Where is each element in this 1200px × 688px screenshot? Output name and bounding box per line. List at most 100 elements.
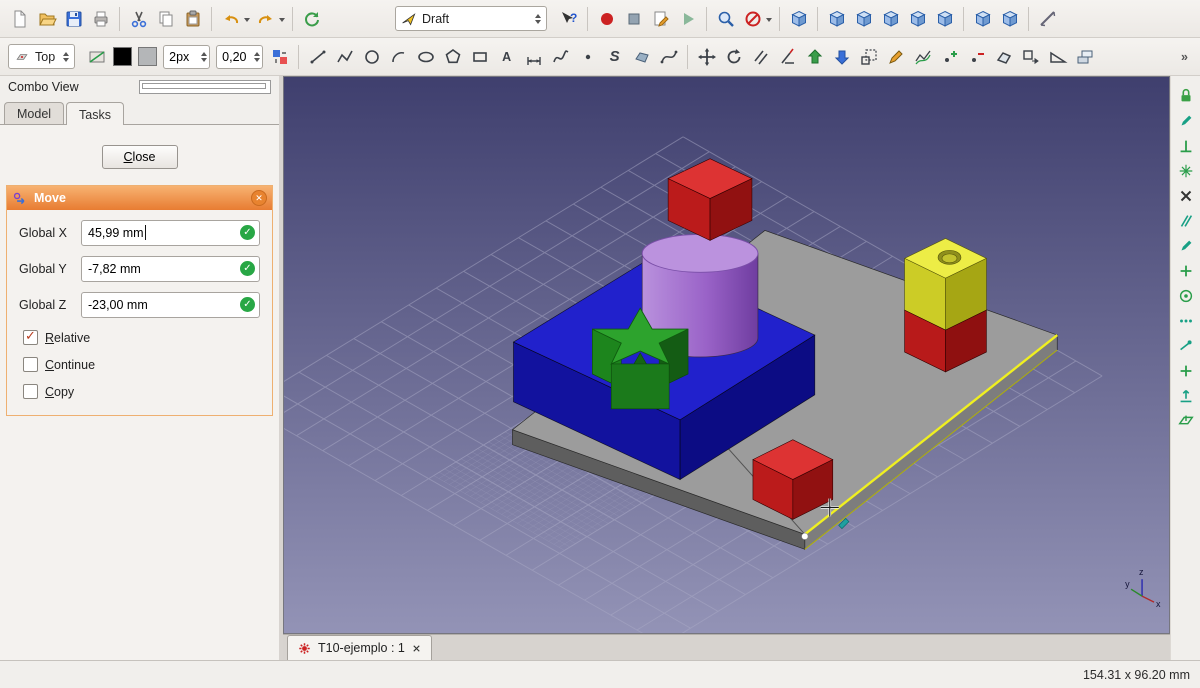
draft-slope-button[interactable] [1044, 43, 1071, 70]
apply-style-button[interactable] [266, 43, 293, 70]
working-plane-button[interactable]: Top [8, 44, 75, 69]
snap-endpoint-button[interactable] [1174, 109, 1198, 133]
view-isometric-button[interactable] [996, 5, 1023, 32]
global-z-input[interactable] [81, 292, 260, 318]
continue-checkbox[interactable] [23, 357, 38, 372]
text-scale-input[interactable] [217, 50, 251, 64]
document-tab[interactable]: T10-ejemplo : 1 [287, 635, 432, 660]
text-scale-spinbox[interactable] [216, 45, 263, 69]
view-bottom-button[interactable] [931, 5, 958, 32]
copy-checkbox[interactable] [23, 384, 38, 399]
draft-delpoint-button[interactable] [963, 43, 990, 70]
move-task-header[interactable]: Move ✕ [7, 186, 272, 210]
close-tab-icon[interactable] [411, 643, 422, 654]
toggle-grid-button[interactable] [1174, 409, 1198, 433]
save-button[interactable] [60, 5, 87, 32]
open-button[interactable] [33, 5, 60, 32]
snap-parallel-button[interactable] [1174, 209, 1198, 233]
tab-tasks[interactable]: Tasks [66, 102, 124, 125]
draft-shapestring-button[interactable]: S [601, 43, 628, 70]
whats-this-button[interactable] [555, 5, 582, 32]
draft-shape2dview-button[interactable] [990, 43, 1017, 70]
draft-point-button[interactable] [574, 43, 601, 70]
snap-angle-button[interactable] [1174, 259, 1198, 283]
draft-downgrade-button[interactable] [828, 43, 855, 70]
snap-intersection-button[interactable] [1174, 184, 1198, 208]
global-y-input[interactable] [81, 256, 260, 282]
snap-dimensions-button[interactable] [1174, 359, 1198, 383]
undo-button[interactable] [217, 5, 244, 32]
cut-button[interactable] [125, 5, 152, 32]
line-width-spinbox[interactable] [163, 45, 210, 69]
snap-more-button[interactable] [1174, 309, 1198, 333]
draft-text-button[interactable]: A [493, 43, 520, 70]
continue-option[interactable]: Continue [23, 357, 272, 372]
measure-distance-button[interactable] [1034, 5, 1061, 32]
workbench-selector[interactable]: Draft [395, 6, 547, 31]
redo-dropdown[interactable] [279, 18, 285, 25]
draft-draft2sketch-button[interactable] [1017, 43, 1044, 70]
draft-arc-button[interactable] [385, 43, 412, 70]
refresh-button[interactable] [298, 5, 325, 32]
draft-ellipse-button[interactable] [412, 43, 439, 70]
plane-arrows[interactable] [63, 49, 69, 65]
clipping-plane-button[interactable] [739, 5, 766, 32]
draft-bspline-button[interactable] [547, 43, 574, 70]
macro-edit-button[interactable] [647, 5, 674, 32]
view-top-button[interactable] [850, 5, 877, 32]
draft-addpoint-button[interactable] [936, 43, 963, 70]
zoom-fit-button[interactable] [712, 5, 739, 32]
snap-extension-button[interactable] [1174, 234, 1198, 258]
global-x-input[interactable] [81, 220, 260, 246]
draft-move-button[interactable] [693, 43, 720, 70]
draft-wire-button[interactable] [331, 43, 358, 70]
macro-record-button[interactable] [593, 5, 620, 32]
relative-option[interactable]: Relative [23, 330, 272, 345]
snap-grid-button[interactable] [1174, 159, 1198, 183]
print-button[interactable] [87, 5, 114, 32]
view-rear-button[interactable] [904, 5, 931, 32]
toolbar-overflow-button[interactable]: » [1175, 50, 1194, 64]
line-width-input[interactable] [164, 50, 198, 64]
draft-rectangle-button[interactable] [466, 43, 493, 70]
draft-trimex-button[interactable] [774, 43, 801, 70]
draft-facebinder-button[interactable] [628, 43, 655, 70]
view-left-button[interactable] [969, 5, 996, 32]
origin-point[interactable] [802, 533, 808, 539]
snap-center-button[interactable] [1174, 284, 1198, 308]
snap-working-plane-button[interactable] [1174, 384, 1198, 408]
draft-polygon-button[interactable] [439, 43, 466, 70]
style-pattern-button[interactable] [83, 43, 110, 70]
snap-perpendicular-button[interactable] [1174, 134, 1198, 158]
copy-option[interactable]: Copy [23, 384, 272, 399]
task-close-icon[interactable]: ✕ [251, 190, 267, 206]
draft-edit-button[interactable] [882, 43, 909, 70]
text-scale-arrows[interactable] [254, 49, 260, 65]
snap-lock-button[interactable] [1174, 84, 1198, 108]
macro-execute-button[interactable] [674, 5, 701, 32]
draft-offset-button[interactable] [747, 43, 774, 70]
3d-scene[interactable]: z y x [284, 77, 1169, 633]
undo-dropdown[interactable] [244, 18, 250, 25]
tab-model[interactable]: Model [4, 102, 64, 124]
3d-viewport[interactable]: z y x [283, 76, 1170, 634]
redo-button[interactable] [252, 5, 279, 32]
relative-checkbox[interactable] [23, 330, 38, 345]
snap-near-button[interactable] [1174, 334, 1198, 358]
view-front-button[interactable] [823, 5, 850, 32]
workbench-selector-arrows[interactable] [535, 11, 541, 27]
close-task-button[interactable]: Close [102, 145, 178, 169]
macro-stop-button[interactable] [620, 5, 647, 32]
draft-dimension-button[interactable] [520, 43, 547, 70]
draft-line-button[interactable] [304, 43, 331, 70]
paste-button[interactable] [179, 5, 206, 32]
draft-layer-button[interactable] [1071, 43, 1098, 70]
view-axonometric-button[interactable] [785, 5, 812, 32]
copy-button[interactable] [152, 5, 179, 32]
line-color-swatch[interactable] [113, 47, 132, 66]
line-width-arrows[interactable] [201, 49, 207, 65]
draft-wire2bspline-button[interactable] [909, 43, 936, 70]
clipping-dropdown[interactable] [766, 18, 772, 25]
float-panel-icon[interactable] [139, 80, 272, 94]
draft-circle-button[interactable] [358, 43, 385, 70]
